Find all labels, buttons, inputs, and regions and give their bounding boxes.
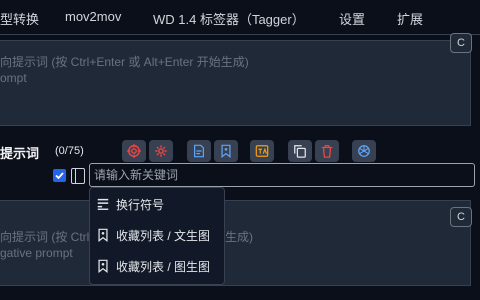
edit-file-button[interactable] xyxy=(187,140,211,162)
negative-prompt-textarea[interactable]: 向提示词 (按 Ctrl+E 生成) gative prompt C xyxy=(0,200,472,286)
menu-item-favorites-txt2img[interactable]: 收藏列表 / 文生图 xyxy=(96,222,218,248)
prompt-copy-button[interactable]: C xyxy=(450,33,472,53)
menu-item-favorites-img2img[interactable]: 收藏列表 / 图生图 xyxy=(96,253,218,279)
bookmark-icon xyxy=(221,144,231,158)
bookmark-button[interactable] xyxy=(214,140,238,162)
check-icon xyxy=(55,172,64,180)
tab-bar: 型转换 mov2mov WD 1.4 标签器（Tagger） 设置 扩展 xyxy=(0,0,480,35)
copy-button[interactable] xyxy=(288,140,312,162)
menu-item-newline[interactable]: 换行符号 xyxy=(96,191,218,217)
target-icon xyxy=(127,144,141,158)
toggle-panel-icon[interactable] xyxy=(71,168,85,184)
tab-model-convert[interactable]: 型转换 xyxy=(0,9,39,28)
token-count: (0/75) xyxy=(55,145,84,157)
openai-button[interactable] xyxy=(352,140,376,162)
prompt-placeholder-tail: ompt xyxy=(0,71,27,85)
menu-item-label: 收藏列表 / 图生图 xyxy=(116,259,211,274)
bookmark-icon xyxy=(98,228,108,242)
bookmark-icon xyxy=(98,259,108,273)
delete-button[interactable] xyxy=(315,140,339,162)
negative-copy-button[interactable]: C xyxy=(450,207,472,227)
menu-item-label: 换行符号 xyxy=(116,197,165,212)
target-button[interactable] xyxy=(122,140,146,162)
copy-icon xyxy=(294,145,306,158)
negative-placeholder-tail: 生成) xyxy=(225,230,253,244)
menu-item-label: 收藏列表 / 文生图 xyxy=(116,228,211,243)
newline-icon xyxy=(97,198,109,210)
prompt-label: 提示词 xyxy=(0,146,40,161)
translate-button[interactable] xyxy=(250,140,274,162)
gear-icon xyxy=(155,145,167,157)
negative-placeholder-line2: gative prompt xyxy=(0,246,73,260)
prompt-placeholder: 向提示词 (按 Ctrl+Enter 或 Alt+Enter 开始生成) xyxy=(0,55,249,69)
keyword-dropdown: 换行符号 收藏列表 / 文生图 收藏列表 / 图生图 xyxy=(89,187,225,285)
tab-extensions[interactable]: 扩展 xyxy=(397,9,423,28)
tab-settings[interactable]: 设置 xyxy=(339,9,365,28)
prompt-textarea[interactable]: 向提示词 (按 Ctrl+Enter 或 Alt+Enter 开始生成) omp… xyxy=(0,33,472,126)
keyword-input[interactable] xyxy=(89,163,475,187)
file-edit-icon xyxy=(194,144,204,158)
tab-mov2mov[interactable]: mov2mov xyxy=(65,9,121,24)
translate-icon xyxy=(255,145,269,157)
enable-checkbox[interactable] xyxy=(53,169,66,182)
tab-tagger[interactable]: WD 1.4 标签器（Tagger） xyxy=(153,9,305,28)
delete-icon xyxy=(321,145,333,158)
settings-button[interactable] xyxy=(149,140,173,162)
openai-icon xyxy=(358,145,370,157)
